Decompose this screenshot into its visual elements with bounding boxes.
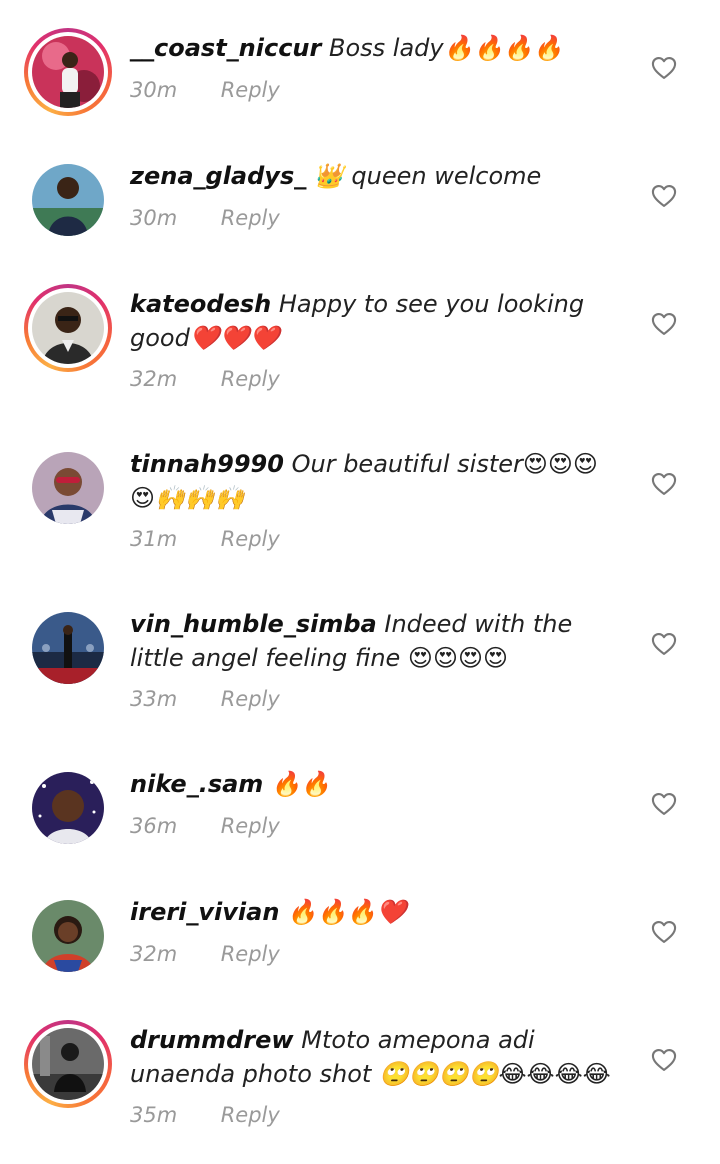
avatar[interactable] bbox=[24, 156, 112, 244]
avatar[interactable] bbox=[24, 1020, 112, 1108]
comment-time: 33m bbox=[130, 687, 178, 711]
comment-time: 35m bbox=[130, 1103, 178, 1127]
comment-meta: 33m Reply bbox=[130, 687, 280, 711]
avatar-image bbox=[32, 292, 104, 364]
like-heart-icon[interactable] bbox=[650, 1046, 678, 1074]
comment-text: drummdrew Mtoto amepona adi unaenda phot… bbox=[130, 1023, 620, 1091]
comment-username[interactable]: __coast_niccur bbox=[130, 34, 321, 62]
reply-button[interactable]: Reply bbox=[221, 942, 280, 966]
reply-button[interactable]: Reply bbox=[221, 1103, 280, 1127]
comment-text: zena_gladys_ 👑 queen welcome bbox=[130, 159, 620, 193]
comment-meta: 31m Reply bbox=[130, 527, 280, 551]
avatar-image bbox=[32, 772, 104, 844]
comment-text: ireri_vivian 🔥🔥🔥❤️ bbox=[130, 895, 620, 929]
comment-time: 32m bbox=[130, 942, 178, 966]
comment-time: 36m bbox=[130, 814, 178, 838]
like-heart-icon[interactable] bbox=[650, 310, 678, 338]
comment-time: 30m bbox=[130, 78, 178, 102]
avatar-image bbox=[32, 36, 104, 108]
like-heart-icon[interactable] bbox=[650, 182, 678, 210]
like-heart-icon[interactable] bbox=[650, 630, 678, 658]
comment-username[interactable]: kateodesh bbox=[130, 290, 271, 318]
comment-meta: 32m Reply bbox=[130, 942, 280, 966]
comment-username[interactable]: zena_gladys_ bbox=[130, 162, 306, 190]
comment-body: 🔥🔥🔥❤️ bbox=[287, 898, 407, 926]
comment-meta: 32m Reply bbox=[130, 367, 280, 391]
like-heart-icon[interactable] bbox=[650, 54, 678, 82]
comment-meta: 36m Reply bbox=[130, 814, 280, 838]
reply-button[interactable]: Reply bbox=[221, 814, 280, 838]
avatar[interactable] bbox=[24, 284, 112, 372]
avatar-image bbox=[32, 1028, 104, 1100]
avatar-image bbox=[32, 900, 104, 972]
like-heart-icon[interactable] bbox=[650, 470, 678, 498]
comment-meta: 35m Reply bbox=[130, 1103, 280, 1127]
avatar[interactable] bbox=[24, 604, 112, 692]
comment-time: 32m bbox=[130, 367, 178, 391]
avatar[interactable] bbox=[24, 764, 112, 852]
comment-username[interactable]: tinnah9990 bbox=[130, 450, 284, 478]
avatar[interactable] bbox=[24, 28, 112, 116]
comment-meta: 30m Reply bbox=[130, 78, 280, 102]
reply-button[interactable]: Reply bbox=[221, 527, 280, 551]
comment-text: vin_humble_simba Indeed with the little … bbox=[130, 607, 620, 675]
comment-meta: 30m Reply bbox=[130, 206, 280, 230]
reply-button[interactable]: Reply bbox=[221, 206, 280, 230]
comment-username[interactable]: nike_.sam bbox=[130, 770, 263, 798]
comment-text: __coast_niccur Boss lady🔥🔥🔥🔥 bbox=[130, 31, 620, 65]
avatar[interactable] bbox=[24, 892, 112, 980]
like-heart-icon[interactable] bbox=[650, 918, 678, 946]
comment-username[interactable]: drummdrew bbox=[130, 1026, 294, 1054]
comment-username[interactable]: ireri_vivian bbox=[130, 898, 279, 926]
reply-button[interactable]: Reply bbox=[221, 78, 280, 102]
comment-text: tinnah9990 Our beautiful sister😍😍😍😍🙌🙌🙌 bbox=[130, 447, 620, 515]
comment-text: kateodesh Happy to see you looking good❤… bbox=[130, 287, 620, 355]
comment-body: 🔥🔥 bbox=[270, 770, 331, 798]
comment-username[interactable]: vin_humble_simba bbox=[130, 610, 377, 638]
comment-time: 31m bbox=[130, 527, 178, 551]
avatar-image bbox=[32, 612, 104, 684]
avatar-image bbox=[32, 452, 104, 524]
reply-button[interactable]: Reply bbox=[221, 687, 280, 711]
avatar-image bbox=[32, 164, 104, 236]
comment-body: Boss lady🔥🔥🔥🔥 bbox=[329, 34, 564, 62]
like-heart-icon[interactable] bbox=[650, 790, 678, 818]
comment-body: 👑 queen welcome bbox=[313, 162, 542, 190]
avatar[interactable] bbox=[24, 444, 112, 532]
comment-text: nike_.sam 🔥🔥 bbox=[130, 767, 620, 801]
comment-time: 30m bbox=[130, 206, 178, 230]
reply-button[interactable]: Reply bbox=[221, 367, 280, 391]
